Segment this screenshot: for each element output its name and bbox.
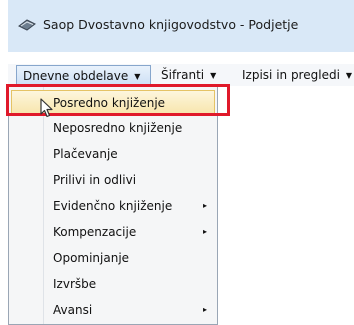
app-icon [18,19,36,31]
chevron-right-icon: ▸ [202,201,207,210]
menu-item-label: Opominjanje [53,251,130,265]
menu-item-placevanje[interactable]: Plačevanje [11,142,215,166]
menu-item-label: Kompenzacije [53,225,137,239]
menu-item-label: Avansi [53,303,93,317]
window-title: Saop Dvostavno knjigovodstvo - Podjetje [43,17,299,32]
menu-item-label: Izvršbe [53,277,97,291]
menu-izpisi-in-pregledi[interactable]: Izpisi in pregledi ▼ [236,65,354,85]
title-bar: Saop Dvostavno knjigovodstvo - Podjetje [8,0,354,52]
menu-izpisi-label: Izpisi in pregledi [242,68,340,82]
menu-item-evidencno-knjizenje[interactable]: Evidenčno knjiženje ▸ [11,194,215,218]
caret-down-icon: ▼ [345,71,353,80]
menu-dnevne-obdelave[interactable]: Dnevne obdelave ▼ [16,65,151,85]
menu-sifranti-label: Šifranti [161,68,205,82]
menu-dnevne-obdelave-label: Dnevne obdelave [23,69,129,83]
menu-item-izvrsbe[interactable]: Izvršbe [11,272,215,296]
chevron-right-icon: ▸ [202,305,207,314]
menu-item-label: Evidenčno knjiženje [53,199,173,213]
chevron-right-icon: ▸ [202,227,207,236]
menu-item-label: Plačevanje [53,147,118,161]
menu-item-kompenzacije[interactable]: Kompenzacije ▸ [11,220,215,244]
menu-item-prilivi-in-odlivi[interactable]: Prilivi in odlivi [11,168,215,192]
menu-sifranti[interactable]: Šifranti ▼ [155,65,222,85]
dnevne-obdelave-dropdown: Posredno knjiženje Neposredno knjiženje … [8,85,218,325]
caret-down-icon: ▼ [210,71,217,80]
menu-item-label: Neposredno knjiženje [53,121,183,135]
menu-item-avansi[interactable]: Avansi ▸ [11,298,215,322]
mouse-pointer-icon [40,98,53,118]
menu-item-neposredno-knjizenje[interactable]: Neposredno knjiženje [11,116,215,140]
caret-down-icon: ▼ [134,72,141,81]
content-area [234,86,354,318]
menu-item-opominjanje[interactable]: Opominjanje [11,246,215,270]
menu-item-label: Prilivi in odlivi [53,173,137,187]
